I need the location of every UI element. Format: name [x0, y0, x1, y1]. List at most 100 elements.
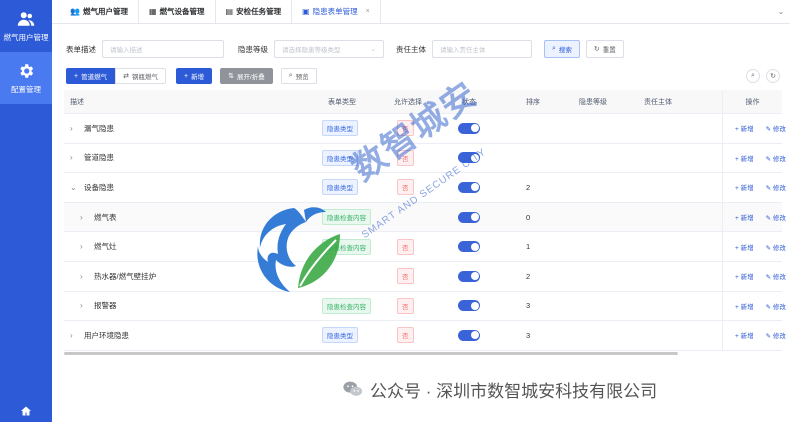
owner-input[interactable]: 请输入责任主体: [432, 40, 532, 58]
edit-row-button[interactable]: ✎ 修改: [766, 153, 790, 163]
chevron-right-icon[interactable]: ›: [80, 301, 88, 310]
type-tag: 隐患类型: [322, 120, 358, 137]
chevron-right-icon[interactable]: ›: [80, 272, 88, 281]
plus-icon: +: [74, 72, 79, 80]
sidebar-item-label: 配置管理: [11, 84, 41, 94]
header-sort: 排序: [526, 98, 540, 106]
sort-icon: ⇅: [228, 73, 234, 80]
clipboard-icon: ▤: [225, 7, 234, 16]
row-sort: 2: [526, 271, 531, 281]
plus-icon: +: [183, 72, 189, 80]
desc-placeholder: 请输入描述: [110, 47, 143, 54]
refresh-icon: ↻: [593, 46, 600, 53]
row-sort: 3: [526, 330, 531, 340]
status-toggle[interactable]: [458, 241, 480, 253]
chevron-right-icon[interactable]: ›: [80, 242, 88, 251]
search-icon: ⌕: [288, 72, 293, 79]
edit-row-button[interactable]: ✎ 修改: [766, 301, 790, 311]
sidebar: 燃气用户管理 配置管理: [0, 0, 52, 422]
table-row: ›用户环境隐患 隐患类型 否 3 + 新增✎ 修改🗑 删除: [64, 321, 786, 351]
pipe-gas-label: 管道燃气: [81, 74, 108, 81]
add-row-button[interactable]: + 新增: [735, 330, 760, 340]
chevron-right-icon[interactable]: ›: [70, 331, 78, 340]
chevron-right-icon[interactable]: ›: [80, 213, 88, 222]
add-row-button[interactable]: + 新增: [735, 182, 760, 192]
add-row-button[interactable]: + 新增: [735, 242, 760, 252]
status-toggle[interactable]: [458, 270, 480, 282]
edit-row-button[interactable]: ✎ 修改: [766, 212, 790, 222]
allow-tag: 否: [397, 268, 414, 285]
gear-icon: [20, 63, 34, 78]
chevron-down-icon: ⌄: [370, 46, 376, 53]
refresh-button[interactable]: ↻: [766, 69, 780, 83]
chevron-down-icon[interactable]: ⌄: [772, 0, 790, 23]
desc-input[interactable]: 请输入描述: [102, 40, 224, 58]
allow-tag: 否: [397, 238, 414, 255]
tab-gas-users[interactable]: 👥 燃气用户管理: [60, 0, 139, 23]
chevron-down-icon[interactable]: ⌄: [70, 183, 78, 192]
type-tag: 隐患类型: [322, 179, 358, 196]
table-row: ›燃气表 隐患检查内容 0 + 新增✎ 修改🗑 删除: [64, 202, 786, 233]
horizontal-scrollbar[interactable]: [64, 352, 678, 355]
level-select[interactable]: 请选择隐患等级类型 ⌄: [274, 40, 384, 58]
search-button[interactable]: ⌕ 搜索: [544, 40, 580, 58]
tab-label: 安检任务管理: [236, 7, 282, 16]
toolbar: + 管道燃气 ⇄ 钢瓶燃气 + 新增 ⇅ 展开/折叠 ⌕ 预览: [66, 68, 317, 84]
edit-row-button[interactable]: ✎ 修改: [766, 123, 790, 133]
pipe-gas-button[interactable]: + 管道燃气: [66, 68, 116, 84]
row-desc: 漏气隐患: [84, 123, 114, 133]
tab-inspection-tasks[interactable]: ▤ 安检任务管理: [216, 0, 293, 23]
expand-collapse-button[interactable]: ⇅ 展开/折叠: [220, 68, 273, 84]
add-row-button[interactable]: + 新增: [735, 271, 760, 281]
grid-icon: ▦: [148, 7, 157, 16]
add-label: 新增: [191, 74, 205, 81]
reset-button[interactable]: ↻ 重置: [585, 40, 624, 58]
search-form: 表单描述 请输入描述 隐患等级 请选择隐患等级类型 ⌄ 责任主体 请输入责任主体…: [66, 40, 624, 58]
home-button[interactable]: [0, 400, 52, 422]
row-desc: 用户环境隐患: [84, 330, 129, 340]
add-button[interactable]: + 新增: [175, 68, 213, 84]
row-sort: 0: [526, 212, 531, 222]
status-toggle[interactable]: [458, 300, 480, 312]
add-row-button[interactable]: + 新增: [735, 153, 760, 163]
search-toggle-button[interactable]: ⌕: [746, 69, 760, 83]
users-icon: 👥: [70, 7, 80, 16]
home-icon: [21, 406, 31, 416]
bottle-gas-button[interactable]: ⇄ 钢瓶燃气: [115, 68, 166, 84]
header-type: 表单类型: [328, 98, 356, 106]
refresh-icon: ↻: [770, 73, 776, 80]
header-actions: 操作: [722, 90, 782, 113]
row-sort: 1: [526, 242, 531, 252]
search-icon: ⌕: [552, 45, 556, 52]
edit-row-button[interactable]: ✎ 修改: [766, 182, 790, 192]
add-row-button[interactable]: + 新增: [735, 301, 760, 311]
chevron-right-icon[interactable]: ›: [70, 153, 78, 162]
search-button-label: 搜索: [558, 47, 572, 54]
sidebar-item-gas-users[interactable]: 燃气用户管理: [0, 0, 52, 52]
add-row-button[interactable]: + 新增: [735, 123, 760, 133]
status-toggle[interactable]: [458, 329, 480, 341]
edit-row-button[interactable]: ✎ 修改: [766, 271, 790, 281]
edit-row-button[interactable]: ✎ 修改: [766, 330, 790, 340]
row-desc: 报警器: [94, 301, 117, 311]
close-icon[interactable]: ×: [366, 8, 370, 15]
table-row: ›燃气灶 隐患检查内容 否 1 + 新增✎ 修改🗑 删除: [64, 232, 786, 262]
type-tag: 隐患检查内容: [322, 297, 371, 314]
table-row: ›报警器 隐患检查内容 否 3 + 新增✎ 修改🗑 删除: [64, 291, 786, 322]
tab-label: 燃气设备管理: [159, 7, 205, 16]
level-placeholder: 请选择隐患等级类型: [282, 47, 341, 54]
tab-gas-devices[interactable]: ▦ 燃气设备管理: [139, 0, 216, 23]
sidebar-item-label: 燃气用户管理: [3, 32, 49, 42]
level-label: 隐患等级: [238, 44, 268, 54]
tab-hazard-forms[interactable]: ▣ 隐患表单管理 ×: [292, 0, 381, 23]
status-toggle[interactable]: [458, 211, 480, 223]
status-toggle[interactable]: [458, 181, 480, 193]
allow-tag: 否: [397, 327, 414, 344]
desc-label: 表单描述: [66, 44, 96, 54]
add-row-button[interactable]: + 新增: [735, 212, 760, 222]
sidebar-item-config[interactable]: 配置管理: [0, 52, 52, 104]
edit-row-button[interactable]: ✎ 修改: [766, 242, 790, 252]
chevron-right-icon[interactable]: ›: [70, 124, 78, 133]
preview-button[interactable]: ⌕ 预览: [280, 68, 317, 84]
reset-button-label: 重置: [602, 47, 616, 54]
